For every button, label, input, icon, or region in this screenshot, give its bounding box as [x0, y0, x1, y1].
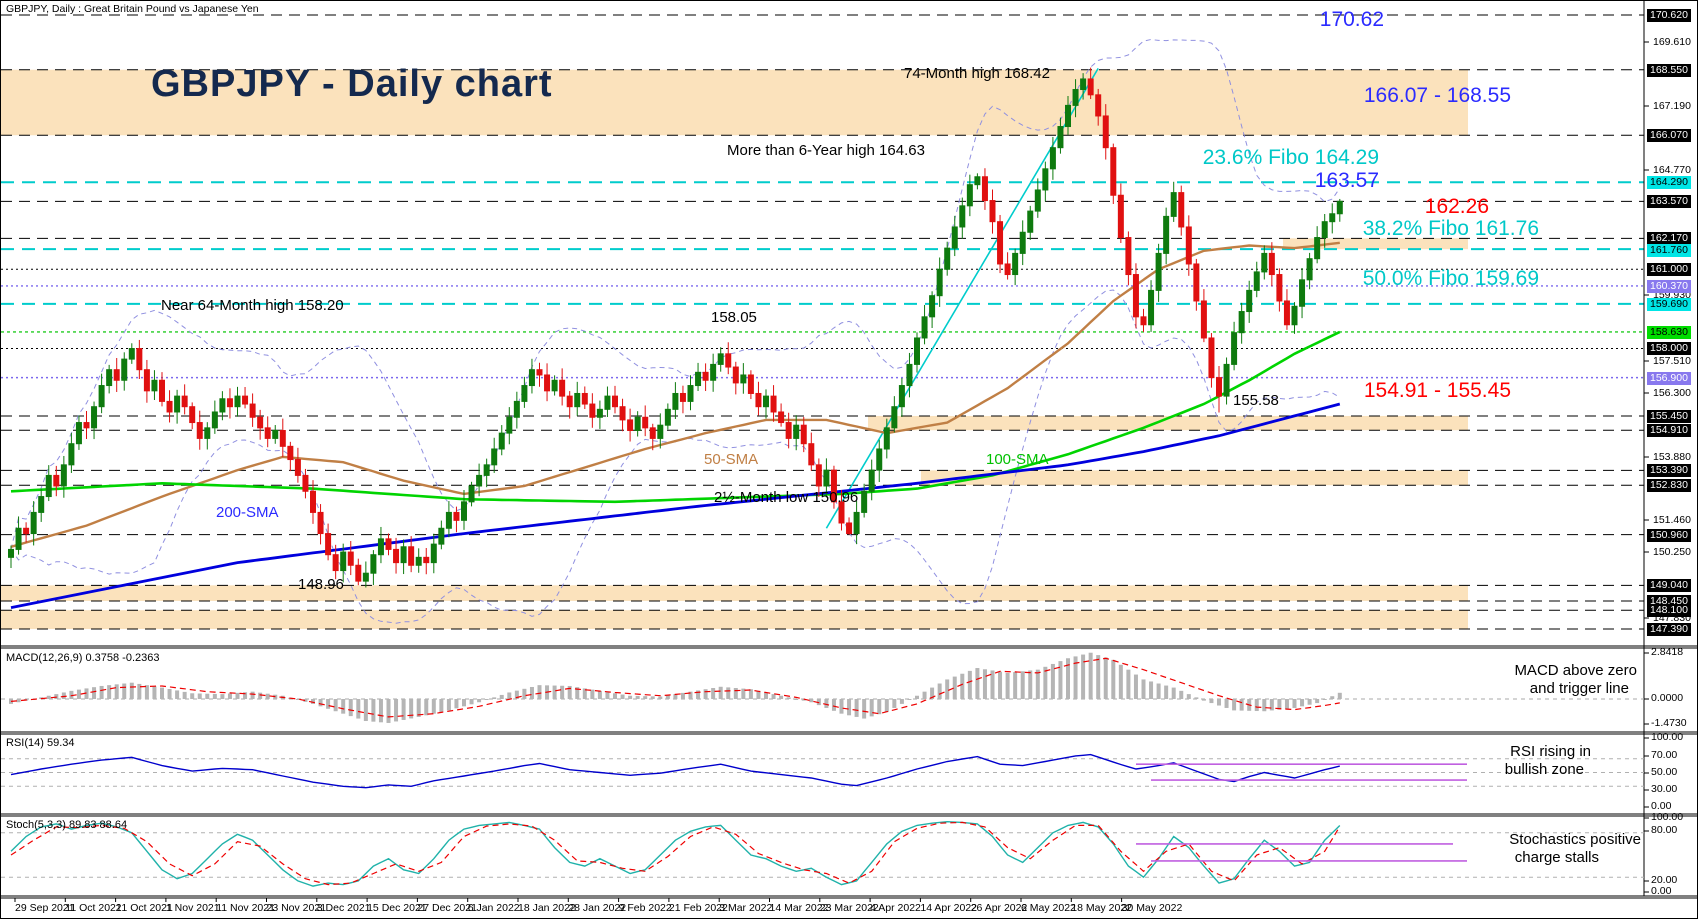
annotation-8: 50.0% Fibo 159.69 [1362, 267, 1539, 290]
price-tick-151.460: 151.460 [1653, 514, 1691, 526]
price-tick-156.300: 156.300 [1653, 387, 1691, 399]
price-level-148.100: 148.100 [1647, 604, 1691, 617]
annotation-16: 2½-Month low 150.96 [714, 489, 859, 506]
annotation-12: 154.91 - 155.45 [1363, 379, 1511, 402]
price-level-154.910: 154.910 [1647, 424, 1691, 437]
annotation-23: charge stalls [1514, 849, 1599, 866]
annotation-4: 23.6% Fibo 164.29 [1202, 146, 1379, 169]
price-level-149.040: 149.040 [1647, 579, 1691, 592]
date-label: 21 Oct 2021 [115, 902, 173, 914]
date-label: 1 Nov 2021 [165, 902, 220, 914]
annotation-10: 158.05 [711, 309, 757, 326]
stoch-axis-0.00: 0.00 [1651, 885, 1672, 897]
date-label: 3 Dec 2021 [316, 902, 371, 914]
date-label: 30 May 2022 [1121, 902, 1183, 914]
annotation-6: 162.26 [1424, 195, 1489, 218]
annotation-0: 170.62 [1319, 8, 1384, 31]
date-label: 28 Jan 2022 [568, 902, 627, 914]
date-label: 6 Jan 2022 [467, 902, 520, 914]
annotation-20: RSI rising in [1510, 743, 1591, 760]
price-level-147.390: 147.390 [1647, 623, 1691, 636]
price-level-170.620: 170.620 [1647, 9, 1691, 22]
annotation-9: Near 64-Month high 158.20 [161, 297, 344, 314]
date-label: 18 Jan 2022 [518, 902, 576, 914]
rsi-axis-100.00: 100.00 [1651, 731, 1684, 743]
price-level-163.570: 163.570 [1647, 195, 1691, 208]
price-level-161.760: 161.760 [1647, 244, 1691, 257]
stoch-indicator-label: Stoch(5,3,3) 89.83 88.64 [6, 819, 128, 831]
annotation-2: 166.07 - 168.55 [1363, 84, 1511, 107]
price-level-158.630: 158.630 [1647, 326, 1691, 339]
annotation-14: 100-SMA [986, 451, 1049, 468]
price-tick-167.190: 167.190 [1653, 100, 1691, 112]
rsi-axis-70.00: 70.00 [1651, 749, 1678, 761]
price-level-156.900: 156.900 [1647, 372, 1691, 385]
symbol-title: GBPJPY, Daily : Great Britain Pound vs J… [6, 3, 259, 15]
annotation-18: MACD above zero [1514, 662, 1637, 679]
annotation-13: 50-SMA [704, 451, 759, 468]
annotation-7: 38.2% Fibo 161.76 [1362, 217, 1539, 240]
price-level-153.390: 153.390 [1647, 464, 1691, 477]
macd-axis-2.8418: 2.8418 [1651, 646, 1684, 658]
annotation-11: 155.58 [1233, 392, 1279, 409]
date-label: 6 May 2022 [1021, 902, 1076, 914]
rsi-indicator-label: RSI(14) 59.34 [6, 737, 75, 749]
price-tick-153.880: 153.880 [1653, 451, 1691, 463]
price-tick-150.250: 150.250 [1653, 546, 1691, 558]
annotation-1: 74-Month high 168.42 [904, 65, 1050, 82]
macd-axis--1.4730: -1.4730 [1651, 717, 1687, 729]
annotation-3: More than 6-Year high 164.63 [727, 142, 925, 159]
date-label: 3 Mar 2022 [719, 902, 773, 914]
price-level-155.450: 155.450 [1647, 410, 1691, 423]
annotation-19: and trigger line [1529, 680, 1629, 697]
stoch-axis-80.00: 80.00 [1651, 824, 1678, 836]
price-level-159.690: 159.690 [1647, 298, 1691, 311]
price-level-168.550: 168.550 [1647, 64, 1691, 77]
macd-indicator-label: MACD(12,26,9) 0.3758 -0.2363 [6, 652, 160, 664]
annotation-17: 148.96 [298, 576, 344, 593]
rsi-axis-50.00: 50.00 [1651, 766, 1678, 778]
date-label: 11 Oct 2021 [65, 902, 122, 914]
price-tick-169.610: 169.610 [1653, 36, 1691, 48]
annotation-15: 200-SMA [216, 504, 279, 521]
annotation-5: 163.57 [1314, 169, 1379, 192]
price-tick-157.510: 157.510 [1653, 355, 1691, 367]
price-level-166.070: 166.070 [1647, 129, 1691, 142]
annotation-21: bullish zone [1504, 761, 1584, 778]
chart-canvas[interactable] [1, 1, 1698, 919]
price-level-158.000: 158.000 [1647, 342, 1691, 355]
chart-title: GBPJPY - Daily chart [151, 63, 553, 105]
annotation-22: Stochastics positive [1509, 831, 1641, 848]
macd-axis-0.0000: 0.0000 [1651, 692, 1684, 704]
date-label: 14 Apr 2022 [920, 902, 978, 914]
date-label: 4 Apr 2022 [870, 902, 921, 914]
price-level-152.830: 152.830 [1647, 479, 1691, 492]
stoch-axis-100.00: 100.00 [1651, 811, 1684, 823]
price-level-164.290: 164.290 [1647, 176, 1691, 189]
price-level-161.000: 161.000 [1647, 263, 1691, 276]
rsi-axis-30.00: 30.00 [1651, 783, 1678, 795]
date-label: 26 Apr 2022 [970, 902, 1028, 914]
chart-window: 169.610 167.190 164.770 159.930 157.510 156.3… [0, 0, 1698, 919]
price-level-150.960: 150.960 [1647, 529, 1691, 542]
price-level-160.370: 160.370 [1647, 280, 1691, 293]
date-label: 9 Feb 2022 [618, 902, 672, 914]
